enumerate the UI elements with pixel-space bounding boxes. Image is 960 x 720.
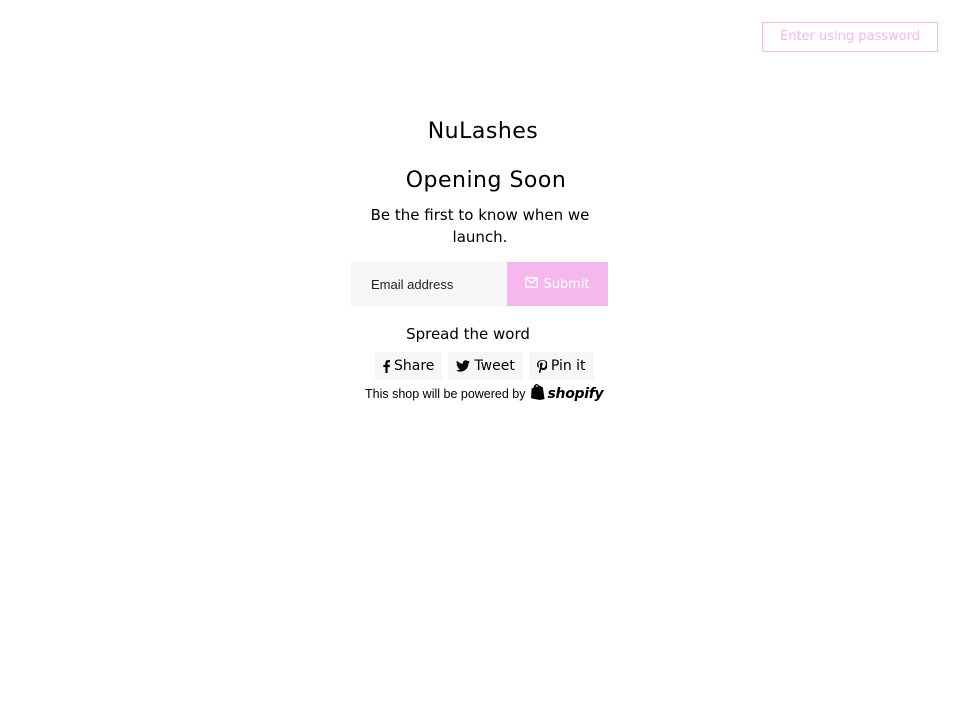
powered-by-text: This shop will be powered by [365,387,526,401]
facebook-share-label: Share [394,358,435,374]
envelope-icon [525,276,539,292]
facebook-share-button[interactable]: Share [375,352,443,380]
launch-subtext: Be the first to know when we launch. [370,206,590,246]
submit-label: Submit [543,276,590,292]
twitter-icon [456,360,471,372]
spread-the-word-heading: Spread the word [406,325,530,343]
twitter-share-button[interactable]: Tweet [448,352,523,380]
pinterest-icon [536,359,547,373]
facebook-icon [383,359,390,373]
powered-by-footer: This shop will be powered by shopify [365,384,604,404]
shopify-wordmark: shopify [547,386,604,402]
pinterest-share-label: Pin it [550,358,586,374]
shop-name: NuLashes [427,119,539,144]
shopify-bag-icon [530,384,546,404]
twitter-share-label: Tweet [474,358,515,374]
newsletter-form: Submit [351,262,608,306]
page-headline: Opening Soon [405,168,567,193]
enter-password-button[interactable]: Enter using password [762,22,938,52]
email-field[interactable] [351,262,507,306]
social-share-buttons: Share Tweet Pin it [375,352,594,380]
pinterest-share-button[interactable]: Pin it [528,352,594,380]
submit-button[interactable]: Submit [507,262,608,306]
shopify-logo-link[interactable]: shopify [530,384,604,404]
